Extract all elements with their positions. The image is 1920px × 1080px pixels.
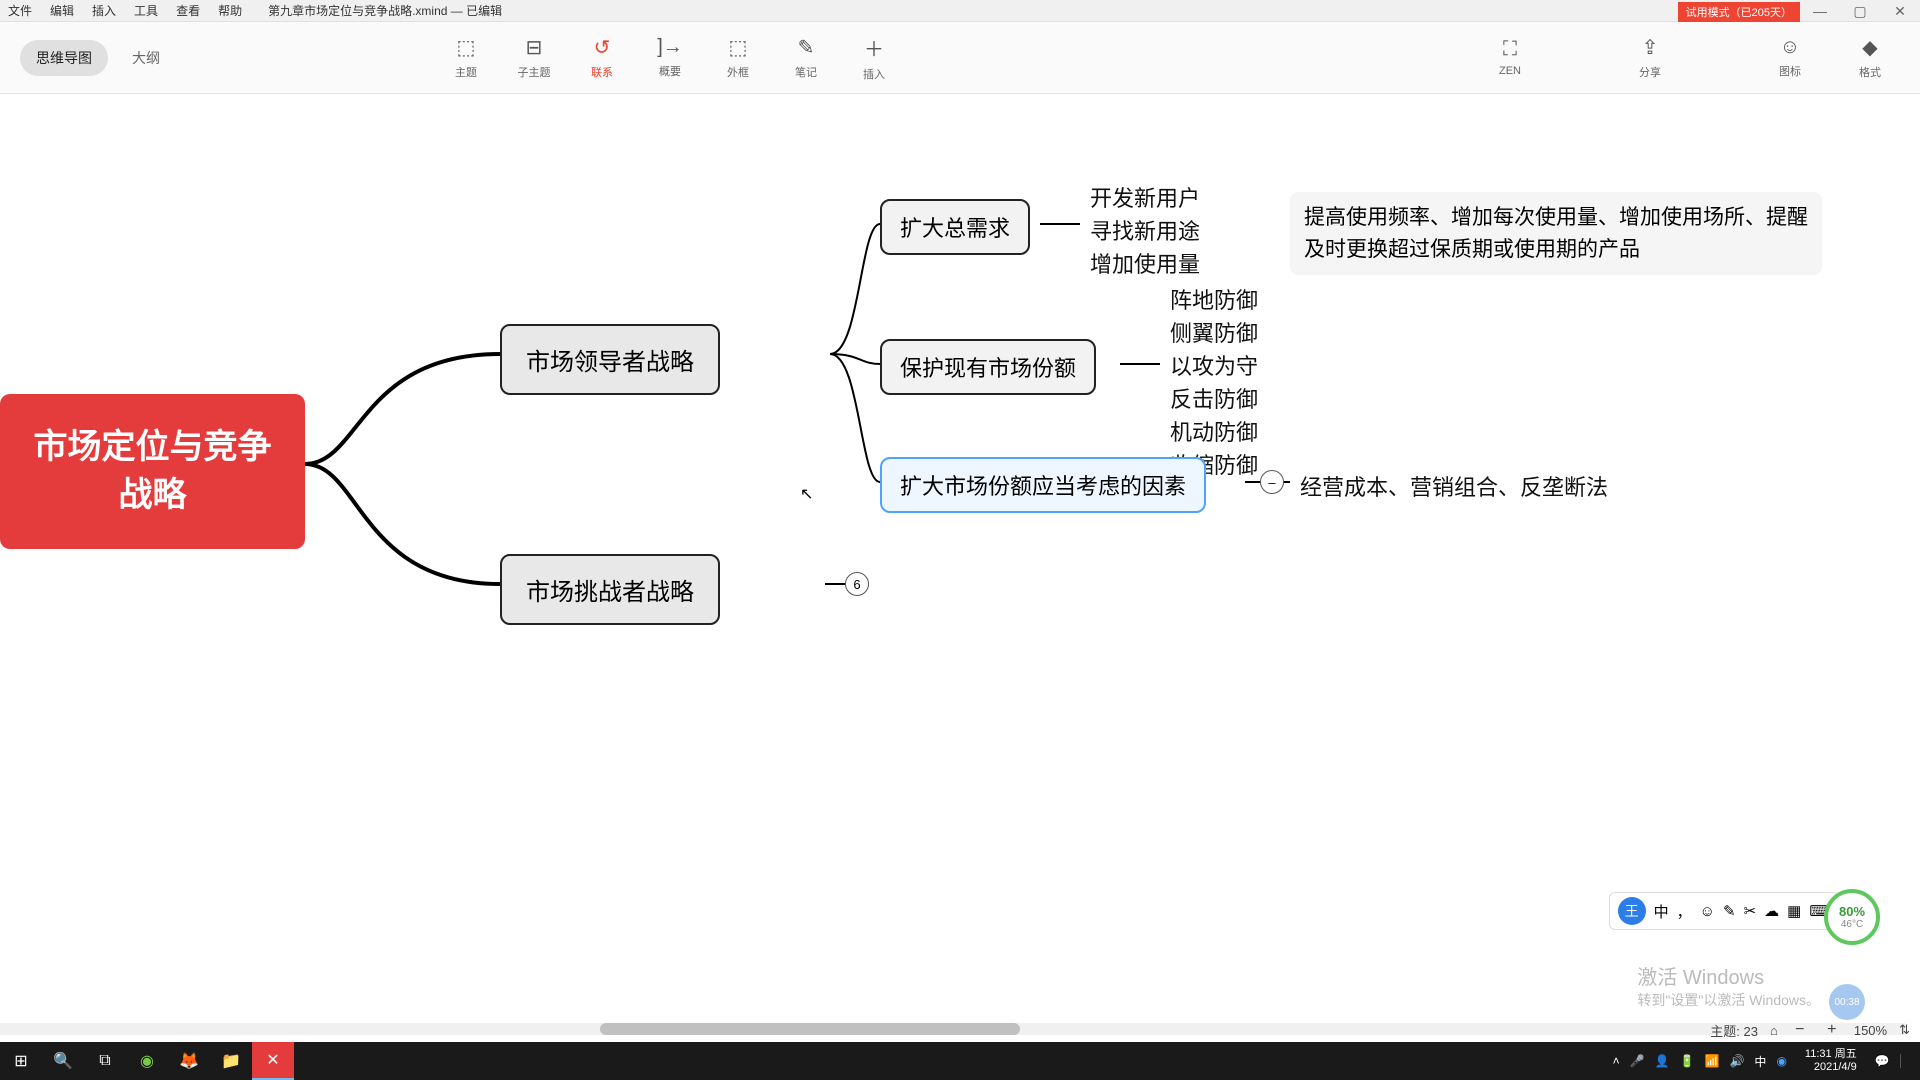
leaf-factors-detail[interactable]: 经营成本、营销组合、反垄断法: [1300, 470, 1608, 502]
leaf-demand-items[interactable]: 开发新用户 寻找新用途 增加使用量: [1090, 182, 1200, 281]
ime-logo-icon[interactable]: 王: [1618, 897, 1646, 925]
search-button[interactable]: 🔍: [42, 1042, 84, 1080]
tray-battery-icon[interactable]: 🔋: [1680, 1054, 1695, 1068]
tool-relation[interactable]: ↺联系: [572, 28, 632, 88]
share-icon: ⇪: [1642, 35, 1659, 60]
ime-toolbar[interactable]: 王 中 ， ☺ ✎ ✂ ☁ ▦ ⌨: [1609, 892, 1840, 930]
menu-edit[interactable]: 编辑: [50, 2, 74, 19]
collapsed-count-badge[interactable]: 6: [845, 572, 869, 596]
start-button[interactable]: ⊞: [0, 1042, 42, 1080]
menu-help[interactable]: 帮助: [218, 2, 242, 19]
tool-topic[interactable]: ⬚主题: [436, 28, 496, 88]
tray-volume-icon[interactable]: 🔊: [1729, 1054, 1744, 1068]
subtopic-icon: ⊟: [526, 35, 543, 60]
taskbar-app-firefox[interactable]: 🦊: [168, 1042, 210, 1080]
taskbar-app-explorer[interactable]: 📁: [210, 1042, 252, 1080]
document-name: 第九章市场定位与竞争战略.xmind — 已编辑: [268, 2, 502, 19]
ime-item[interactable]: ✂: [1744, 902, 1757, 920]
tool-subtopic[interactable]: ⊟子主题: [504, 28, 564, 88]
trial-mode-badge: 试用模式（已205天）: [1678, 2, 1800, 22]
note-icon: ✎: [798, 35, 815, 60]
taskbar-clock[interactable]: 11:31 周五 2021/4/9: [1797, 1048, 1865, 1074]
horizontal-scrollbar[interactable]: [0, 1023, 1905, 1035]
mindmap-canvas[interactable]: 市场定位与竞争战略 市场领导者战略 市场挑战者战略 6 扩大总需求 开发新用户 …: [0, 94, 1920, 1020]
zoom-out-button[interactable]: −: [1790, 1021, 1810, 1039]
node-root[interactable]: 市场定位与竞争战略: [0, 394, 305, 549]
leaf-demand-detail[interactable]: 提高使用频率、增加每次使用量、增加使用场所、提醒及时更换超过保质期或使用期的产品: [1290, 192, 1822, 275]
boundary-icon: ⬚: [729, 35, 748, 60]
status-bar: 主题: 23 ⌂ − + 150% ⇅: [1710, 1018, 1910, 1042]
ime-item[interactable]: ，: [1677, 901, 1692, 922]
relation-icon: ↺: [594, 35, 611, 60]
node-expand-demand[interactable]: 扩大总需求: [880, 199, 1030, 255]
maximize-button[interactable]: ▢: [1840, 0, 1880, 22]
tray-ime-circle-icon[interactable]: ◉: [1776, 1054, 1786, 1068]
tool-format[interactable]: ◆格式: [1840, 28, 1900, 88]
insert-icon: ＋: [864, 33, 884, 62]
topic-icon: ⬚: [457, 35, 476, 60]
menu-tools[interactable]: 工具: [134, 2, 158, 19]
menu-file[interactable]: 文件: [8, 2, 32, 19]
ime-item[interactable]: ▦: [1787, 902, 1801, 920]
tool-insert[interactable]: ＋插入: [844, 28, 904, 88]
menu-insert[interactable]: 插入: [92, 2, 116, 19]
tray-app-icon[interactable]: 👤: [1655, 1054, 1670, 1068]
task-view-button[interactable]: ⧉: [84, 1042, 126, 1080]
expand-toggle[interactable]: –: [1260, 470, 1284, 494]
tool-icon[interactable]: ☺图标: [1760, 28, 1820, 88]
tray-mic-icon[interactable]: 🎤: [1630, 1054, 1645, 1068]
node-protect-share[interactable]: 保护现有市场份额: [880, 339, 1096, 395]
tool-summary[interactable]: ]→概要: [640, 28, 700, 88]
ime-item[interactable]: ☺: [1700, 903, 1715, 920]
window-controls: — ▢ ✕: [1800, 0, 1920, 22]
tray-wifi-icon[interactable]: 📶: [1705, 1054, 1720, 1068]
tool-boundary[interactable]: ⬚外框: [708, 28, 768, 88]
node-expand-share-factors[interactable]: 扩大市场份额应当考虑的因素: [880, 457, 1206, 513]
ime-item[interactable]: 中: [1654, 901, 1669, 922]
tool-share[interactable]: ⇪分享: [1620, 28, 1680, 88]
ime-item[interactable]: ✎: [1723, 902, 1736, 920]
show-desktop-button[interactable]: [1900, 1054, 1912, 1068]
map-icon[interactable]: ⌂: [1770, 1023, 1778, 1038]
minimize-button[interactable]: —: [1800, 0, 1840, 22]
cursor-icon: ↖: [800, 484, 813, 504]
tab-outline[interactable]: 大纲: [116, 40, 176, 76]
tab-mindmap[interactable]: 思维导图: [20, 40, 108, 76]
node-market-leader[interactable]: 市场领导者战略: [500, 324, 720, 395]
timer-badge[interactable]: 00:38: [1829, 984, 1865, 1020]
taskbar-app-xmind[interactable]: ✕: [252, 1042, 294, 1080]
zen-icon: ⛶: [1503, 38, 1517, 61]
zoom-level[interactable]: 150%: [1854, 1023, 1887, 1038]
scrollbar-thumb[interactable]: [600, 1023, 1020, 1035]
menu-bar: 文件 编辑 插入 工具 查看 帮助 第九章市场定位与竞争战略.xmind — 已…: [0, 0, 1920, 22]
ime-item[interactable]: ☁: [1764, 902, 1779, 920]
system-tray: ˄ 🎤 👤 🔋 📶 🔊 中 ◉ 11:31 周五 2021/4/9 💬: [1613, 1048, 1920, 1074]
windows-taskbar: ⊞ 🔍 ⧉ ◉ 🦊 📁 ✕ ˄ 🎤 👤 🔋 📶 🔊 中 ◉ 11:31 周五 2…: [0, 1042, 1920, 1080]
summary-icon: ]→: [657, 36, 683, 59]
zoom-stepper-icon[interactable]: ⇅: [1899, 1022, 1910, 1038]
taskbar-app-browser[interactable]: ◉: [126, 1042, 168, 1080]
tool-note[interactable]: ✎笔记: [776, 28, 836, 88]
emoji-icon: ☺: [1780, 36, 1800, 59]
toolbar: 思维导图 大纲 ⬚主题 ⊟子主题 ↺联系 ]→概要 ⬚外框 ✎笔记 ＋插入 ⛶Z…: [0, 22, 1920, 94]
node-market-challenger[interactable]: 市场挑战者战略: [500, 554, 720, 625]
topic-count-label: 主题: 23: [1710, 1021, 1758, 1040]
format-icon: ◆: [1862, 35, 1877, 60]
tray-chevron-icon[interactable]: ˄: [1613, 1054, 1620, 1068]
menu-view[interactable]: 查看: [176, 2, 200, 19]
close-button[interactable]: ✕: [1880, 0, 1920, 22]
tool-zen[interactable]: ⛶ZEN: [1480, 28, 1540, 88]
zoom-in-button[interactable]: +: [1822, 1021, 1842, 1039]
leaf-defense-items[interactable]: 阵地防御 侧翼防御 以攻为守 反击防御 机动防御 收缩防御: [1170, 284, 1258, 482]
tray-ime-indicator[interactable]: 中: [1754, 1053, 1766, 1070]
action-center-icon[interactable]: 💬: [1875, 1054, 1890, 1068]
performance-badge[interactable]: 80% 46°C: [1824, 889, 1880, 945]
windows-activation-watermark: 激活 Windows 转到"设置"以激活 Windows。: [1637, 961, 1820, 1010]
